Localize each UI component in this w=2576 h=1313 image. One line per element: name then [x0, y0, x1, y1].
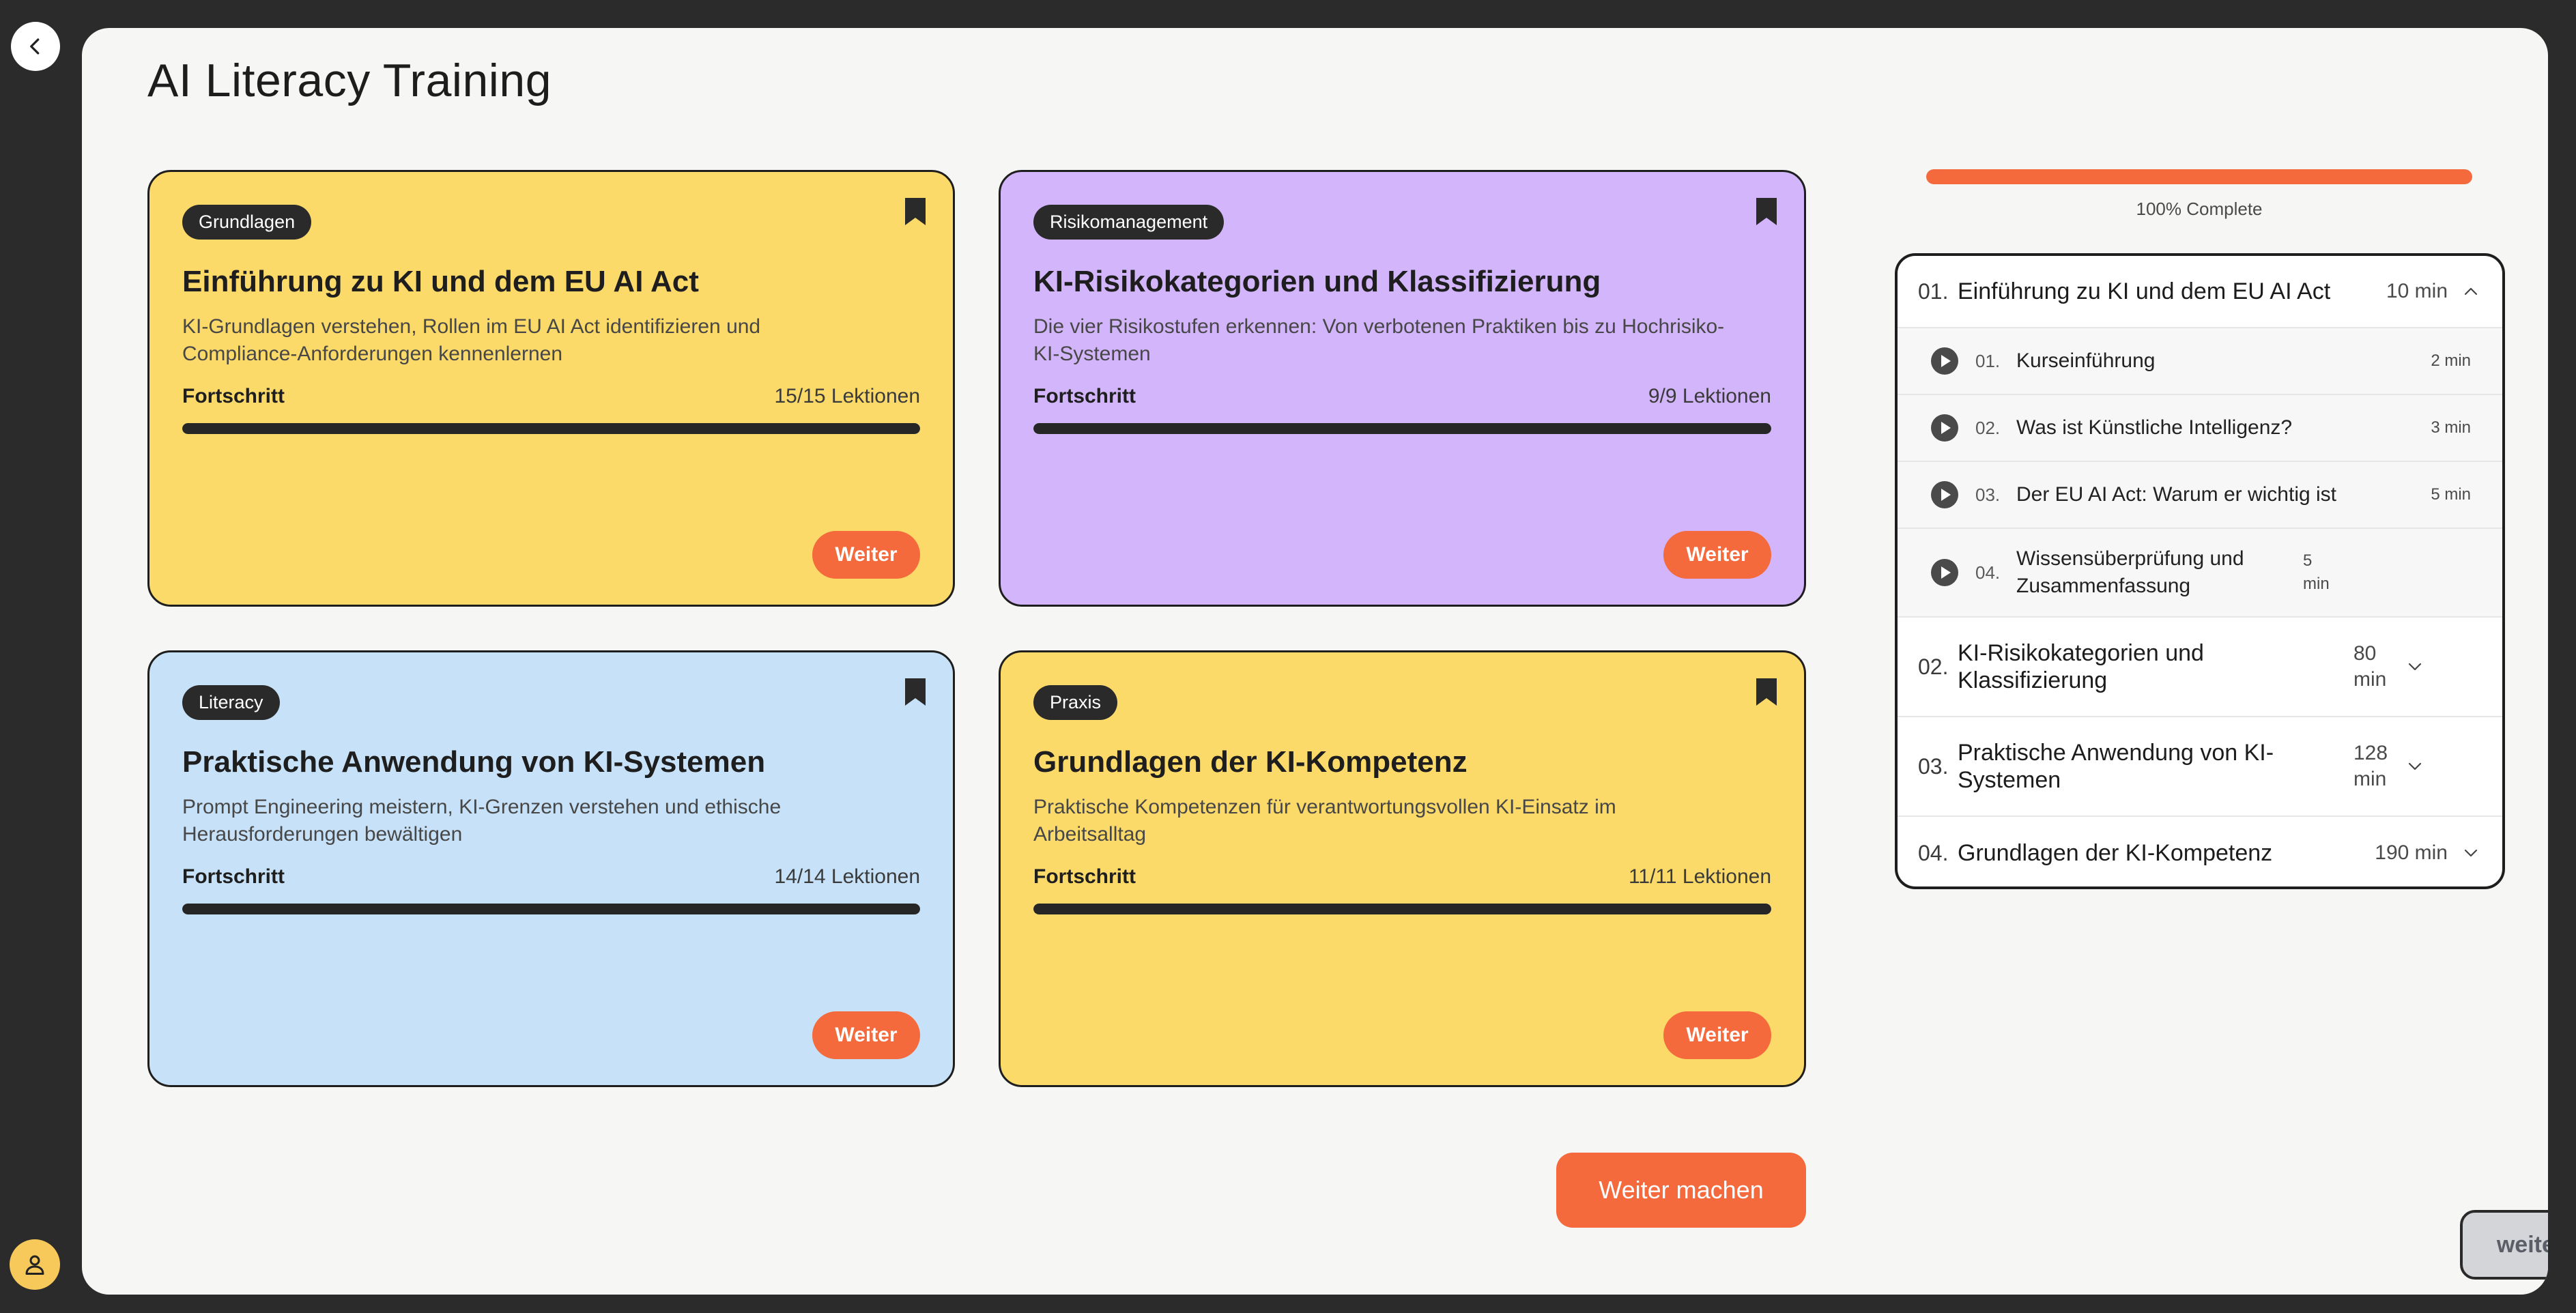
course-title: Grundlagen der KI-Kompetenz [1033, 745, 1468, 779]
lesson-number: 03. [1975, 484, 2001, 505]
floating-next-button[interactable]: weiter [2460, 1210, 2548, 1280]
course-badge: Risikomanagement [1033, 205, 1225, 240]
course-card-risikomanagement[interactable]: Risikomanagement KI-Risikokategorien und… [999, 170, 1806, 607]
course-progress-bar [182, 423, 920, 434]
course-progress-fill [1033, 423, 1771, 434]
lesson-title: Was ist Künstliche Intelligenz? [2016, 416, 2293, 439]
chevron-down-icon [2408, 762, 2422, 770]
course-progress-fill [1033, 904, 1771, 914]
user-icon [25, 1255, 44, 1275]
course-progress-fill [182, 904, 920, 914]
lesson-item[interactable]: 02. Was ist Künstliche Intelligenz? 3 mi… [1898, 395, 2502, 462]
lesson-title: Kurseinführung [2016, 349, 2156, 372]
progress-label: Fortschritt [182, 385, 285, 407]
chevron-down-icon [2408, 663, 2422, 671]
continue-learning-button[interactable]: Weiter machen [1556, 1153, 1806, 1228]
lesson-item[interactable]: 03. Der EU AI Act: Warum er wichtig ist … [1898, 462, 2502, 529]
lesson-duration: 5 min [2431, 485, 2471, 504]
lesson-item[interactable]: 01. Kurseinführung 2 min [1898, 328, 2502, 395]
play-circle-icon [1931, 347, 1958, 375]
overall-progress-bar [1926, 169, 2472, 184]
course-card-literacy[interactable]: Literacy Praktische Anwendung von KI-Sys… [147, 650, 955, 1087]
course-progress-row: Fortschritt 15/15 Lektionen [182, 385, 920, 408]
course-progress-bar [182, 904, 920, 914]
bookmark-icon[interactable] [1755, 677, 1778, 707]
course-description: KI-Grundlagen verstehen, Rollen im EU AI… [182, 315, 761, 366]
course-progress-fill [182, 423, 920, 434]
course-badge: Grundlagen [182, 205, 312, 240]
module-header-02[interactable]: 02. KI-Risikokategorien und Klassifizier… [1898, 618, 2502, 717]
module-title: Praktische Anwendung von KI-Systemen [1958, 740, 2274, 793]
back-button[interactable] [11, 22, 60, 71]
bookmark-icon[interactable] [1755, 197, 1778, 227]
bookmark-icon[interactable] [904, 197, 927, 227]
module-number: 02. [1918, 654, 1949, 679]
course-badge: Literacy [182, 685, 280, 720]
progress-count: 15/15 Lektionen [774, 385, 920, 407]
chevron-left-icon [30, 38, 40, 55]
progress-count: 14/14 Lektionen [774, 865, 920, 888]
lesson-title: Wissensüberprüfung und Zusammenfassung [2016, 547, 2244, 597]
lesson-duration: 5 min [2303, 551, 2330, 593]
module-title: Grundlagen der KI-Kompetenz [1958, 840, 2273, 866]
play-circle-icon [1931, 414, 1958, 442]
continue-button[interactable]: Weiter [812, 531, 920, 579]
module-header-01[interactable]: 01. Einführung zu KI und dem EU AI Act 1… [1898, 256, 2502, 328]
course-title: Praktische Anwendung von KI-Systemen [182, 745, 766, 779]
course-progress-row: Fortschritt 11/11 Lektionen [1033, 865, 1771, 889]
lesson-item[interactable]: 04. Wissensüberprüfung und Zusammenfassu… [1898, 529, 2502, 618]
module-duration: 10 min [2386, 280, 2448, 302]
progress-label: Fortschritt [1033, 385, 1136, 407]
module-title: KI-Risikokategorien und Klassifizierung [1958, 640, 2204, 693]
play-circle-icon [1931, 559, 1958, 586]
lesson-number: 01. [1975, 350, 2001, 371]
overall-progress-fill [1926, 169, 2472, 184]
course-progress-row: Fortschritt 9/9 Lektionen [1033, 385, 1771, 408]
course-progress-row: Fortschritt 14/14 Lektionen [182, 865, 920, 889]
module-title: Einführung zu KI und dem EU AI Act [1958, 278, 2331, 304]
chevron-up-icon [2464, 287, 2478, 295]
module-duration: 128 min [2353, 742, 2388, 790]
module-header-04[interactable]: 04. Grundlagen der KI-Kompetenz 190 min [1898, 817, 2502, 886]
progress-count: 9/9 Lektionen [1648, 385, 1771, 407]
module-header-03[interactable]: 03. Praktische Anwendung von KI-Systemen… [1898, 717, 2502, 817]
course-badge: Praxis [1033, 685, 1118, 720]
continue-button[interactable]: Weiter [1663, 531, 1771, 579]
course-card-grundlagen[interactable]: Grundlagen Einführung zu KI und dem EU A… [147, 170, 955, 607]
progress-label: Fortschritt [182, 865, 285, 888]
course-description: Prompt Engineering meistern, KI-Grenzen … [182, 796, 782, 846]
course-title: Einführung zu KI und dem EU AI Act [182, 265, 699, 298]
progress-count: 11/11 Lektionen [1628, 865, 1771, 888]
chevron-down-icon [2464, 849, 2478, 857]
lesson-number: 04. [1975, 562, 2001, 583]
continue-button[interactable]: Weiter [1663, 1011, 1771, 1059]
course-description: Praktische Kompetenzen für verantwortung… [1033, 796, 1616, 846]
curriculum-panel: 01. Einführung zu KI und dem EU AI Act 1… [1895, 253, 2505, 889]
course-description: Die vier Risikostufen erkennen: Von verb… [1033, 315, 1725, 366]
module-number: 01. [1918, 278, 1949, 304]
module-number: 04. [1918, 840, 1949, 865]
user-profile-button[interactable] [10, 1239, 60, 1290]
lesson-number: 02. [1975, 417, 2001, 438]
lesson-title: Der EU AI Act: Warum er wichtig ist [2016, 483, 2336, 506]
progress-label: Fortschritt [1033, 865, 1136, 888]
course-progress-bar [1033, 904, 1771, 914]
play-circle-icon [1931, 481, 1958, 508]
bookmark-icon[interactable] [904, 677, 927, 707]
module-duration: 80 min [2353, 642, 2387, 691]
page-title: AI Literacy Training [147, 55, 552, 106]
course-progress-bar [1033, 423, 1771, 434]
course-title: KI-Risikokategorien und Klassifizierung [1033, 265, 1601, 298]
course-card-praxis[interactable]: Praxis Grundlagen der KI-Kompetenz Prakt… [999, 650, 1806, 1087]
main-panel: AI Literacy Training Grundlagen Einführu… [82, 28, 2548, 1295]
module-duration: 190 min [2375, 841, 2448, 864]
module-number: 03. [1918, 753, 1949, 779]
continue-button[interactable]: Weiter [812, 1011, 920, 1059]
overall-progress-label: 100% Complete [2136, 199, 2263, 219]
lesson-duration: 2 min [2431, 351, 2471, 370]
lesson-duration: 3 min [2431, 418, 2471, 437]
